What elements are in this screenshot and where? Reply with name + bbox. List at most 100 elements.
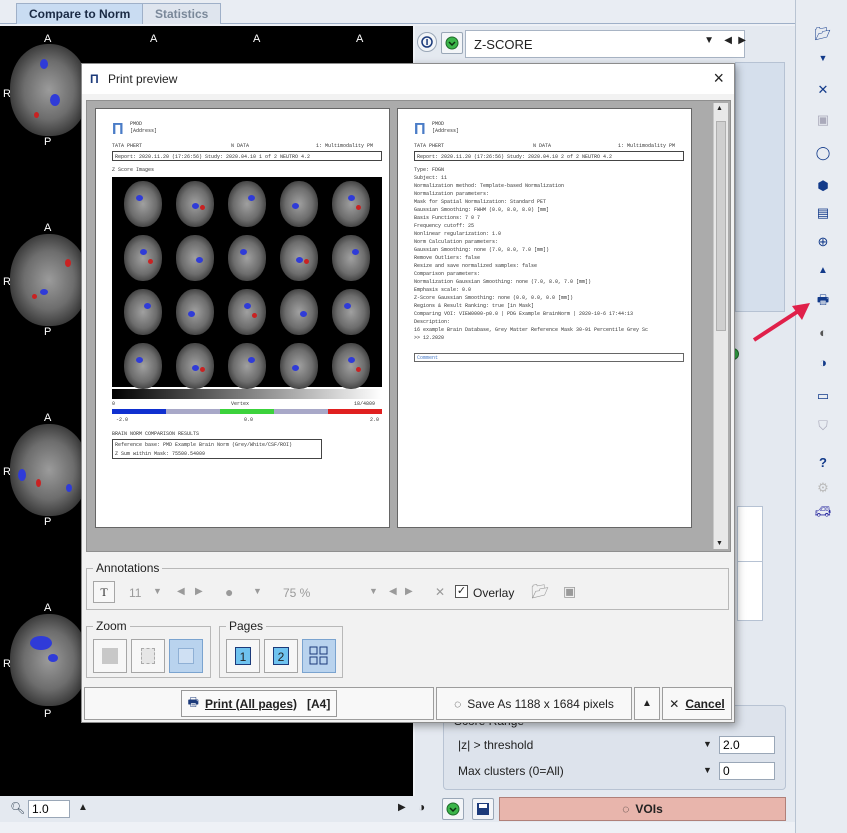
map-select[interactable]: Z-SCORE ▼ ◀ ▶ bbox=[465, 30, 746, 58]
delete-icon[interactable]: ✕ bbox=[435, 585, 445, 599]
brain-thumbnail bbox=[332, 181, 370, 227]
prev-icon[interactable]: ◀ bbox=[724, 35, 732, 46]
contrast-icon[interactable]: ◑ bbox=[812, 352, 834, 372]
open-folder-icon[interactable]: 📂︎ bbox=[812, 24, 834, 44]
parameter-line: Subject: 11 bbox=[414, 175, 448, 181]
zoom-fit-button[interactable] bbox=[93, 639, 127, 673]
logo-line: [Address] bbox=[130, 128, 158, 134]
save-as-button[interactable]: ◌ Save As 1188 x 1684 pixels bbox=[436, 687, 632, 720]
max-clusters-input[interactable] bbox=[719, 762, 775, 780]
chevron-down-icon[interactable]: ▼ bbox=[253, 586, 262, 596]
vois-apply-icon[interactable] bbox=[442, 798, 464, 820]
overlay-checkbox[interactable]: ✓ bbox=[455, 585, 468, 598]
brain-thumbnail bbox=[332, 343, 370, 389]
next-icon[interactable]: ▶ bbox=[195, 586, 203, 597]
save-icon[interactable]: ▣ bbox=[563, 583, 576, 600]
text-tool-button[interactable]: T bbox=[93, 581, 115, 603]
preview-scrollbar[interactable]: ▲ ▼ bbox=[713, 103, 728, 549]
save-options-button[interactable]: ▲ bbox=[634, 687, 660, 720]
cancel-button[interactable]: ✕ Cancel bbox=[662, 687, 732, 720]
brain-thumbnail bbox=[332, 289, 370, 335]
brain-thumbnail bbox=[228, 343, 266, 389]
chevron-down-icon[interactable]: ▼ bbox=[369, 586, 378, 596]
zoom-input[interactable] bbox=[28, 800, 70, 818]
parameter-line: Regions & Result Ranking: true [in Mask] bbox=[414, 303, 535, 309]
terminal-icon[interactable]: ▭ bbox=[812, 386, 834, 406]
chevron-down-icon[interactable]: ▼ bbox=[812, 48, 834, 68]
comment-label: Comment bbox=[417, 355, 439, 361]
arrow-up-icon[interactable]: ▲ bbox=[716, 105, 723, 112]
arrow-up-icon[interactable]: ▲ bbox=[812, 260, 834, 280]
zoom-in-icon[interactable]: ⊕ bbox=[812, 232, 834, 252]
zoom-page-button[interactable] bbox=[169, 639, 203, 673]
save-icon[interactable] bbox=[472, 798, 494, 820]
page-2-button[interactable]: 2 bbox=[264, 639, 298, 673]
close-icon[interactable]: ✕ bbox=[812, 80, 834, 100]
scale-right: 18/4809 bbox=[354, 401, 376, 407]
page-1-button[interactable]: 1 bbox=[226, 639, 260, 673]
arrow-down-icon[interactable]: ▼ bbox=[716, 540, 723, 547]
scrollbar-thumb[interactable] bbox=[716, 121, 726, 331]
save-icon[interactable]: ▣ bbox=[812, 110, 834, 130]
gear-icon[interactable]: ⚙ bbox=[812, 478, 834, 498]
print-button[interactable]: 🖶︎ Print (All pages) [A4] bbox=[84, 687, 434, 720]
scale-left: 0 bbox=[112, 401, 116, 407]
shield-icon[interactable]: ⛉ bbox=[812, 416, 834, 436]
opacity-value[interactable]: 75 % bbox=[283, 586, 310, 600]
font-size-value[interactable]: 11 bbox=[129, 586, 141, 600]
brain-slice bbox=[10, 44, 88, 136]
brain-thumbnail bbox=[176, 235, 214, 281]
prev-icon[interactable]: ◀ bbox=[389, 586, 397, 597]
preview-page-1: Π PMOD [Address] TATA PHERT N DATA 1: Mu… bbox=[95, 108, 390, 528]
zoom-actual-button[interactable] bbox=[131, 639, 165, 673]
print-preview-dialog: Π Print preview × Π PMOD [Address] TATA … bbox=[81, 63, 735, 723]
car-icon[interactable]: 🚙︎ bbox=[812, 502, 834, 522]
parameter-line: Resize and save normalized samples: fals… bbox=[414, 263, 538, 269]
all-pages-grid-button[interactable] bbox=[302, 639, 336, 673]
parameter-line: Comparing VOI: VIEW0000-p0.0 | PDG Examp… bbox=[414, 311, 634, 317]
max-clusters-label: Max clusters (0=All) bbox=[458, 764, 564, 778]
logo-line: PMOD bbox=[432, 121, 445, 127]
parameter-line: Frequency cutoff: 25 bbox=[414, 223, 475, 229]
close-icon[interactable]: × bbox=[713, 68, 724, 89]
voi-icon: ◌ bbox=[622, 802, 630, 816]
screen-icon[interactable]: ◑ bbox=[418, 800, 425, 814]
side-field bbox=[737, 506, 763, 566]
open-folder-icon[interactable]: 📂︎ bbox=[531, 583, 549, 600]
map-apply-icon[interactable] bbox=[441, 32, 463, 54]
brain-thumbnail bbox=[124, 343, 162, 389]
chevron-down-icon[interactable]: ▼ bbox=[703, 739, 712, 749]
next-icon[interactable]: ▶ bbox=[738, 35, 746, 46]
color-dot-icon[interactable]: ● bbox=[225, 584, 233, 600]
arrow-right-icon[interactable]: ▶ bbox=[398, 802, 406, 813]
parameter-line: 16 example Brain Database, Grey Matter R… bbox=[414, 327, 649, 333]
grid-icon bbox=[309, 646, 328, 665]
dialog-title-bar: Π Print preview × bbox=[82, 64, 734, 94]
report-box: Report: 2020.11.20 (17:26:56) Study: 202… bbox=[414, 151, 684, 161]
voi-outline-icon[interactable]: ◯ bbox=[812, 143, 834, 163]
grayscale-bar bbox=[112, 389, 382, 399]
parameter-line: Normalization parameters: bbox=[414, 191, 490, 197]
print-format: [A4] bbox=[307, 696, 331, 711]
threshold-label: |z| > threshold bbox=[458, 738, 534, 752]
tab-compare-to-norm[interactable]: Compare to Norm bbox=[16, 3, 144, 24]
tab-statistics[interactable]: Statistics bbox=[142, 3, 222, 24]
logo-line: [Address] bbox=[432, 128, 460, 134]
prev-icon[interactable]: ◀ bbox=[177, 586, 185, 597]
threshold-input[interactable] bbox=[719, 736, 775, 754]
parameter-line: Emphasis scale: 0.0 bbox=[414, 287, 472, 293]
info-icon[interactable] bbox=[417, 32, 437, 52]
chevron-down-icon: ▼ bbox=[704, 35, 714, 46]
header-mid: N DATA bbox=[533, 143, 552, 149]
orient-label-a: A bbox=[253, 33, 261, 45]
next-icon[interactable]: ▶ bbox=[405, 586, 413, 597]
help-icon[interactable]: ? bbox=[812, 452, 834, 472]
arrow-up-icon[interactable]: ▲ bbox=[78, 802, 88, 813]
export-icon[interactable]: ⬢ bbox=[812, 176, 834, 196]
chevron-down-icon[interactable]: ▼ bbox=[153, 586, 162, 596]
vois-button[interactable]: ◌ VOIs bbox=[499, 797, 786, 821]
pmod-logo-icon: Π bbox=[414, 121, 426, 138]
chevron-down-icon[interactable]: ▼ bbox=[703, 765, 712, 775]
brain-thumbnail bbox=[228, 235, 266, 281]
film-icon[interactable]: ▤ bbox=[812, 203, 834, 223]
